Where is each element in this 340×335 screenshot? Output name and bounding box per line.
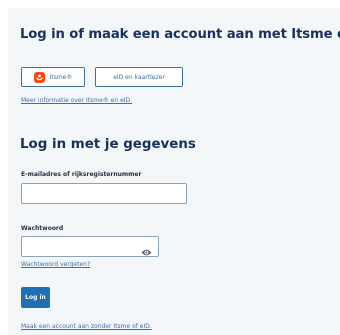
- email-field[interactable]: [21, 183, 187, 204]
- password-field[interactable]: [21, 236, 159, 257]
- itsme-button-label: Itsme®: [49, 73, 73, 81]
- eid-button-label: eID en kaartlezer: [113, 73, 165, 81]
- info-link[interactable]: Meer informatie over Itsme® en eID.: [21, 97, 132, 104]
- eid-button[interactable]: eID en kaartlezer: [95, 67, 183, 87]
- login-button[interactable]: Log in: [21, 287, 50, 308]
- login-page: Log in of maak een account aan met Itsme…: [0, 0, 340, 335]
- forgot-password-link[interactable]: Wachtwoord vergeten?: [21, 261, 90, 268]
- create-account-link[interactable]: Maak een account aan zonder Itsme of eID…: [21, 323, 152, 330]
- password-label: Wachtwoord: [21, 225, 64, 232]
- page-title: Log in of maak een account aan met Itsme…: [20, 27, 340, 42]
- itsme-button[interactable]: Itsme®: [21, 67, 85, 87]
- email-label: E-mailadres of rijksregisternummer: [21, 171, 142, 178]
- itsme-logo-icon: [33, 71, 45, 83]
- form-title: Log in met je gegevens: [20, 137, 196, 152]
- eye-icon[interactable]: [141, 242, 152, 256]
